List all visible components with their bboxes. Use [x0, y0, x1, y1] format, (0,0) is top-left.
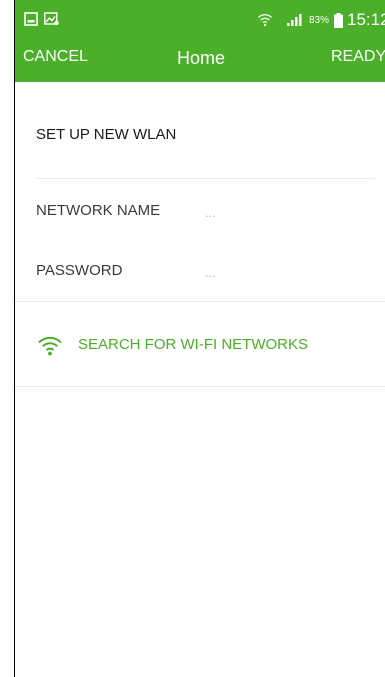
section-title: SET UP NEW WLAN: [36, 126, 177, 143]
wifi-icon: [257, 12, 273, 32]
signal-bars-icon: [287, 12, 305, 32]
ready-button[interactable]: READY: [331, 48, 385, 66]
status-bar: 83% 15:12: [15, 0, 385, 38]
search-divider: [15, 386, 385, 387]
page-title: Home: [177, 48, 226, 68]
search-wifi-networks-label: SEARCH FOR WI-FI NETWORKS: [78, 336, 308, 353]
cancel-button[interactable]: CANCEL: [23, 48, 88, 66]
network-name-label: NETWORK NAME: [36, 202, 161, 219]
search-wifi-networks-button[interactable]: SEARCH FOR WI-FI NETWORKS: [15, 310, 385, 378]
image-notification-icon: [44, 12, 59, 31]
status-clock: 15:12: [347, 10, 385, 29]
gallery-icon: [24, 12, 38, 31]
app-screen: 83% 15:12 CANCEL Home READY SET UP NEW W…: [14, 0, 385, 677]
network-name-field[interactable]: [205, 201, 365, 223]
wifi-icon: [37, 334, 63, 361]
app-header: 83% 15:12 CANCEL Home READY: [15, 0, 385, 82]
form-divider: [15, 301, 385, 302]
battery-percent: 83%: [309, 15, 330, 26]
battery-icon: [334, 13, 343, 33]
password-label: PASSWORD: [36, 262, 123, 279]
password-field[interactable]: [205, 261, 365, 283]
section-divider: [36, 178, 375, 179]
